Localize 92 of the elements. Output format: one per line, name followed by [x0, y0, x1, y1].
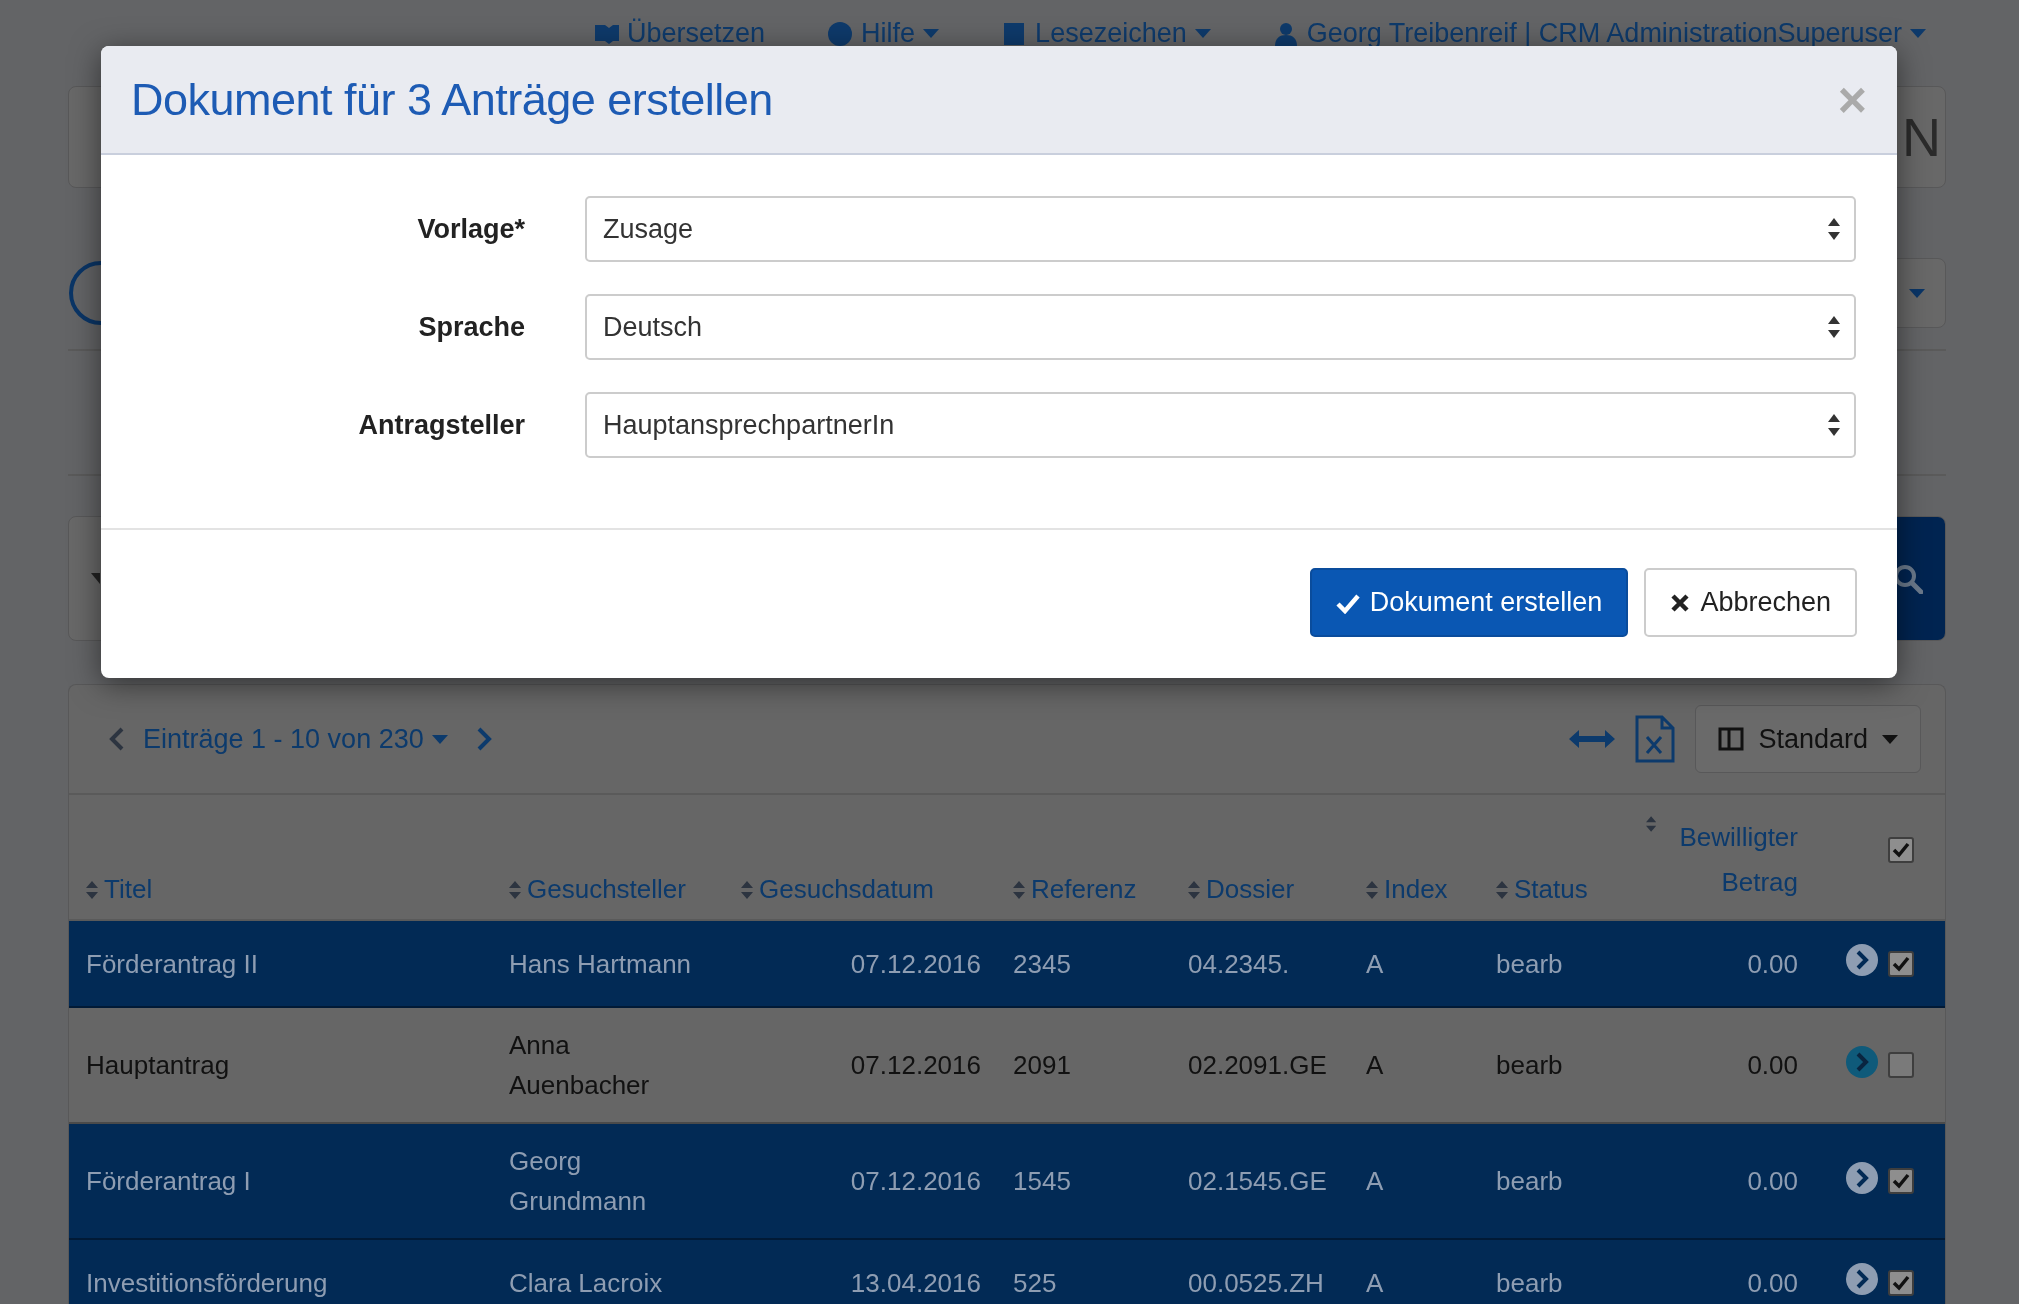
table-cell-text: 525	[1012, 1266, 1058, 1300]
table-cell-text: Förderantrag II	[86, 947, 259, 981]
dialog-title: Dokument für 3 Anträge erstellen	[131, 73, 773, 126]
table-cell-text: Anna Auenbacher	[509, 1029, 651, 1102]
create-button[interactable]: Dokument erstellen	[1309, 568, 1629, 637]
table-cell-text: bearb	[1496, 1266, 1564, 1300]
select-arrows-icon	[1828, 414, 1840, 436]
table-cell-text: Hans Hartmann	[509, 947, 693, 981]
table-cell-text: 07.12.2016	[849, 1165, 981, 1198]
table-cell-text: 07.12.2016	[849, 947, 981, 981]
table-cell-text: Clara Lacroix	[509, 1266, 664, 1300]
chevron-left-icon[interactable]	[109, 727, 125, 751]
select-field[interactable]: Deutsch	[585, 294, 1856, 360]
table-cell-text: bearb	[1496, 947, 1564, 981]
table-cell-text: Georg Grundmann	[509, 1145, 648, 1218]
column-header[interactable]: Referenz	[1031, 874, 1137, 905]
caret-icon	[431, 734, 448, 744]
view-button[interactable]: Standard	[1695, 705, 1921, 773]
close-button[interactable]: ×	[1837, 74, 1867, 125]
sort-icon	[509, 880, 521, 899]
table-cell-text: 02.1545.GE	[1188, 1165, 1328, 1198]
table-cell-text: 0.00	[1746, 1165, 1798, 1198]
table-cell-text: 00.0525.ZH	[1188, 1266, 1325, 1300]
select-arrows-icon	[1828, 218, 1840, 240]
sort-icon	[1496, 880, 1508, 899]
page-heading: N	[1902, 106, 1941, 168]
caret-icon	[1882, 734, 1898, 744]
table-cell-text: Förderantrag I	[86, 1165, 252, 1198]
table-cell-text: 04.2345.	[1188, 947, 1291, 981]
arrow-circle-icon	[1846, 1161, 1878, 1194]
table-cell-text: 07.12.2016	[849, 1049, 981, 1082]
checkbox[interactable]	[1888, 950, 1914, 977]
column-header[interactable]: Gesuchsteller	[527, 874, 686, 905]
close-icon	[1670, 592, 1691, 613]
column-header[interactable]: Dossier	[1206, 874, 1295, 905]
user-icon	[1272, 20, 1299, 47]
table-cell-text: 2345	[1012, 947, 1072, 981]
resize-arrows-icon[interactable]	[1569, 729, 1616, 749]
chevron-right-icon[interactable]	[475, 727, 492, 751]
checkbox[interactable]	[1888, 1052, 1914, 1078]
spreadsheet-file-icon[interactable]	[1635, 715, 1676, 763]
table-cell-text: bearb	[1496, 1049, 1564, 1082]
table-cell-text: 0.00	[1746, 947, 1798, 981]
checkbox[interactable]	[1888, 1269, 1914, 1296]
table-cell-text: 2091	[1012, 1049, 1072, 1082]
sort-icon	[1188, 880, 1200, 899]
field-label: Vorlage*	[416, 213, 525, 245]
cancel-button[interactable]: Abbrechen	[1644, 568, 1857, 637]
field-label: Antragsteller	[357, 409, 525, 441]
check-icon	[1891, 840, 1911, 860]
table-cell-text: A	[1366, 947, 1385, 981]
field-label: Sprache	[417, 311, 525, 343]
nav-link[interactable]: Lesezeichen	[1001, 18, 1211, 49]
select-field[interactable]: Zusage	[585, 196, 1856, 262]
column-header[interactable]: Index	[1384, 874, 1448, 905]
columns-icon	[1718, 727, 1745, 751]
pager-dropdown[interactable]: Einträge 1 - 10 von 230	[143, 723, 448, 755]
table-cell-text: 02.2091.GE	[1188, 1049, 1328, 1082]
select-field[interactable]: HauptansprechpartnerIn	[585, 392, 1856, 458]
table-cell-text: bearb	[1496, 1165, 1564, 1198]
table-cell-text: 0.00	[1746, 1049, 1798, 1082]
column-header[interactable]: Titel	[104, 874, 153, 905]
arrow-circle-icon	[1846, 944, 1878, 976]
select-arrows-icon	[1828, 316, 1840, 338]
table-cell-text: Investitionsförderung	[86, 1266, 329, 1300]
table-cell-text: A	[1366, 1266, 1385, 1300]
caret-icon	[1909, 288, 1925, 298]
column-header[interactable]: Gesuchsdatum	[759, 874, 934, 905]
table-cell-text: A	[1366, 1049, 1385, 1082]
column-header[interactable]: Status	[1514, 874, 1588, 905]
sort-icon	[741, 880, 753, 899]
checkbox[interactable]	[1888, 837, 1914, 863]
table-cell-text: 0.00	[1746, 1266, 1798, 1300]
sort-icon	[1366, 880, 1378, 899]
check-icon	[1891, 1171, 1911, 1191]
arrow-circle-icon	[1846, 1263, 1878, 1295]
table-cell-text: Hauptantrag	[86, 1049, 231, 1082]
table-row[interactable]: Förderantrag I Georg Grundmann 07.12.2016 1545 02.1545.GE A bearb 0.00	[69, 1124, 1945, 1240]
arrow-circle-icon	[1846, 1045, 1878, 1078]
sort-icon	[86, 880, 98, 899]
checkbox[interactable]	[1888, 1168, 1914, 1194]
table-row[interactable]: Förderantrag II Hans Hartmann 07.12.2016 2345 04.2345. A bearb 0.00	[69, 921, 1945, 1008]
help-icon	[827, 20, 854, 47]
table-cell-text: 1545	[1012, 1165, 1072, 1198]
sort-icon	[1013, 880, 1025, 899]
nav-link[interactable]: Übersetzen	[593, 18, 766, 49]
nav-link[interactable]: Hilfe	[827, 18, 940, 49]
sort-icon	[1646, 815, 1657, 833]
column-header[interactable]: Bewilligter Betrag	[1662, 815, 1798, 905]
table-cell-text: A	[1366, 1165, 1385, 1198]
table-cell-text: 13.04.2016	[849, 1266, 981, 1300]
table-row[interactable]: Investitionsförderung Clara Lacroix 13.04.2016 525 00.0525.ZH A bearb 0.00	[69, 1240, 1945, 1304]
